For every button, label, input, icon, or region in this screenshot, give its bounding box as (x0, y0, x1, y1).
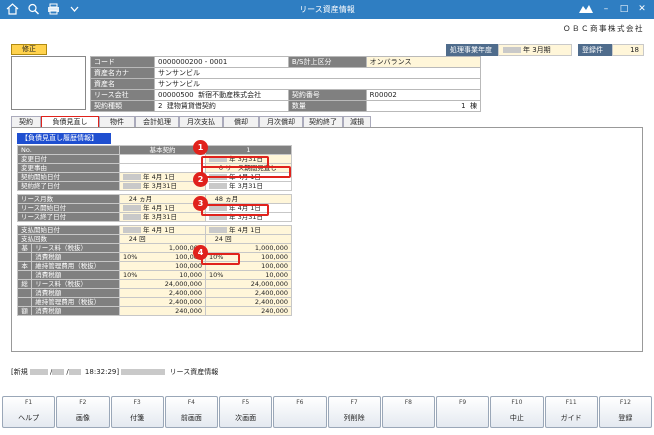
table-row: 総 リース料（税抜） 24,000,000 24,000,000 (16, 279, 292, 289)
minimize-button[interactable]: – (598, 2, 614, 16)
side-basic-2: 本 (16, 261, 33, 271)
type-label: 契約種類 (90, 100, 155, 112)
f5-next-screen-button[interactable]: F5 次画面 (219, 396, 273, 428)
f9-button[interactable]: F9 (436, 396, 490, 428)
qty-label: 数量 (287, 100, 367, 112)
pay-count-label: 支払回数 (17, 234, 120, 244)
lease-months-col2[interactable]: 48 ヵ月 (205, 194, 292, 204)
f12-register-button[interactable]: F12 登録 (598, 396, 652, 428)
table-row: 支払回数 24 回 24 回 (17, 234, 292, 244)
status-bar: [新規 // 18:32:29] リース資産情報 (11, 368, 219, 376)
table-row: No. 基本契約 1 (17, 145, 292, 155)
pay-count-col2[interactable]: 24 回 (205, 234, 292, 244)
highlight-change-reason (201, 166, 291, 178)
f8-button[interactable]: F8 (381, 396, 435, 428)
asset-image[interactable] (11, 56, 86, 110)
lease-end-col1: 年 3月31日 (119, 212, 206, 222)
contract-end-col1: 年 3月31日 (119, 181, 206, 191)
marker-3: 3 (193, 196, 208, 211)
fiscal-year-value: 年 3月期 (498, 44, 572, 56)
table-row: 消費税額 2,400,000 2,400,000 (16, 288, 292, 298)
side-basic-1: 基 (16, 243, 33, 253)
highlight-lease-months (201, 204, 269, 216)
name-label: 資産名 (90, 78, 155, 90)
f2-image-button[interactable]: F2 画像 (56, 396, 110, 428)
table-row: 維持管理費用（税抜） 2,400,000 2,400,000 (16, 297, 292, 307)
no-header: No. (17, 145, 120, 155)
table-row: 消費税額 10% 100,000 10% 100,000 (16, 252, 292, 262)
qty-field[interactable]: 1 棟 (365, 100, 482, 112)
f4-prev-screen-button[interactable]: F4 前画面 (164, 396, 218, 428)
title-bar: リース資産情報 – □ ✕ (0, 0, 654, 19)
pay-start-col1: 年 4月 1日 (119, 225, 206, 235)
company-name: ＯＢＣ商事株式会社 (563, 24, 644, 33)
side-total-1: 総 (16, 279, 33, 289)
name-value[interactable]: サンサンビル (154, 78, 481, 90)
marker-2: 2 (193, 172, 208, 187)
pay-start-label: 支払開始日付 (17, 225, 120, 235)
f6-button[interactable]: F6 (273, 396, 327, 428)
section-title: 【負債見直し履歴情報】 (17, 133, 111, 144)
col2-header: 1 (205, 145, 292, 155)
lease-start-label: リース開始日付 (17, 203, 120, 213)
reg-count-label: 登録件数 (578, 44, 612, 66)
table-row: リース月数 24 ヵ月 48 ヵ月 (17, 194, 292, 204)
f7-delete-column-button[interactable]: F7 列削除 (327, 396, 381, 428)
code-label: コード (90, 56, 155, 68)
table-row: 額 消費税額 240,000 240,000 (16, 306, 292, 316)
table-row: 消費税額 10% 10,000 10% 10,000 (16, 270, 292, 280)
kana-label: 資産名カナ (90, 67, 155, 79)
fiscal-year-label: 処理事業年度 (446, 44, 498, 56)
table-row: 契約終了日付 年 3月31日 年 3月31日 (17, 181, 292, 191)
bs-value[interactable]: オンバランス (365, 56, 482, 68)
kana-value[interactable]: サンサンビル (154, 67, 481, 79)
pay-count-col1: 24 回 (119, 234, 206, 244)
change-date-label: 変更日付 (17, 154, 120, 164)
contract-no-value[interactable]: R00002 (365, 89, 482, 101)
contract-end-label: 契約終了日付 (17, 181, 120, 191)
f10-cancel-button[interactable]: F10 中止 (490, 396, 544, 428)
table-row: 本 維持管理費用（税抜） 100,000 100,000 (16, 261, 292, 271)
marker-4: 4 (193, 245, 208, 260)
reg-count-value: 18 (612, 44, 644, 56)
lease-end-label: リース終了日付 (17, 212, 120, 222)
f3-sticky-button[interactable]: F3 付箋 (110, 396, 164, 428)
lessor-label: リース会社 (90, 89, 155, 101)
f1-help-button[interactable]: F1 ヘルプ (2, 396, 56, 428)
bs-label: B/S計上区分 (287, 56, 367, 68)
table-row: 基 リース料（税抜） 1,000,000 1,000,000 (16, 243, 292, 253)
table-row: 支払開始日付 年 4月 1日 年 4月 1日 (17, 225, 292, 235)
f11-guide-button[interactable]: F11 ガイド (544, 396, 598, 428)
asset-info-table: コード 0000000200 - 0001 B/S計上区分 オンバランス 資産名… (90, 56, 482, 112)
lessor-field[interactable]: 00000500 新宿不動産株式会社 (154, 89, 289, 101)
pay-start-col2[interactable]: 年 4月 1日 (205, 225, 292, 235)
maximize-button[interactable]: □ (616, 2, 632, 16)
type-field[interactable]: 2 建物賃貸借契約 (154, 100, 289, 112)
lease-months-label: リース月数 (17, 194, 120, 204)
contract-start-label: 契約開始日付 (17, 172, 120, 182)
window-title: リース資産情報 (299, 5, 355, 14)
code-value[interactable]: 0000000200 - 0001 (154, 56, 289, 68)
contract-end-col2: 年 3月31日 (205, 181, 292, 191)
side-total-2: 額 (16, 306, 33, 316)
contract-no-label: 契約番号 (287, 89, 367, 101)
change-reason-label: 変更事由 (17, 163, 120, 173)
marker-1: 1 (193, 140, 208, 155)
status-badge: 修正 (11, 44, 47, 55)
logo-icon (579, 5, 593, 13)
close-button[interactable]: ✕ (634, 2, 650, 16)
function-key-bar: F1 ヘルプ F2 画像 F3 付箋 F4 前画面 F5 次画面 F6 F7 列削除 F8 … (2, 396, 652, 430)
